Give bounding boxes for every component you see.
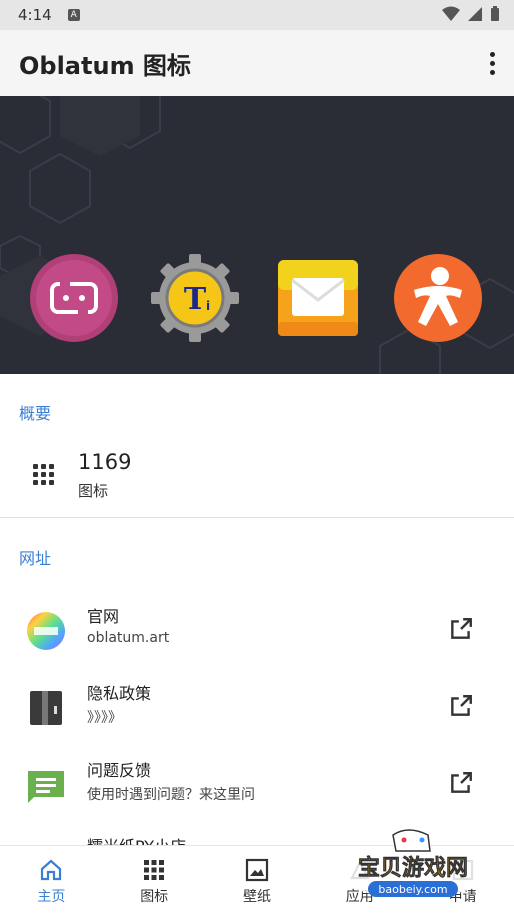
sync-app-icon <box>30 254 118 342</box>
link-subtitle: 》》》》 <box>87 710 122 726</box>
app-bar: Oblatum 图标 <box>0 30 514 96</box>
icon-count-label: 图标 <box>78 482 109 500</box>
battery-icon <box>491 6 499 21</box>
svg-text:i: i <box>206 299 210 313</box>
link-subtitle: oblatum.art <box>87 630 170 646</box>
rainbow-logo-icon <box>27 612 65 650</box>
divider <box>0 517 514 518</box>
nav-label: 主页 <box>37 889 66 905</box>
notification-icon: A <box>67 9 80 21</box>
image-icon <box>245 858 269 882</box>
nav-label: 图标 <box>140 889 169 905</box>
more-options-icon[interactable] <box>488 52 496 75</box>
banner: T i <box>0 96 514 374</box>
nav-home[interactable]: 主页 <box>0 846 103 914</box>
person-app-icon <box>394 254 482 342</box>
open-in-new-icon[interactable] <box>448 616 474 642</box>
nav-icons[interactable]: 图标 <box>103 846 206 914</box>
page-title: Oblatum 图标 <box>19 51 191 80</box>
list-item-website[interactable]: 官网 oblatum.art <box>0 598 514 668</box>
gear-app-icon: T i <box>151 254 239 342</box>
links-header: 网址 <box>19 549 52 568</box>
link-title: 官网 <box>87 607 120 626</box>
open-in-new-icon[interactable] <box>448 693 474 719</box>
nav-wallpapers[interactable]: 壁纸 <box>206 846 309 914</box>
home-icon <box>41 859 62 881</box>
apps-grid-icon <box>144 860 165 880</box>
book-icon <box>30 691 62 725</box>
link-title: 隐私政策 <box>87 684 152 703</box>
watermark-title: 宝贝游戏网 <box>358 855 468 881</box>
apps-grid-icon <box>33 464 54 485</box>
status-icons <box>442 6 500 22</box>
list-item-feedback[interactable]: 问题反馈 使用时遇到问题？来这里问 <box>0 752 514 822</box>
link-title: 问题反馈 <box>87 761 152 780</box>
chat-bubble-icon <box>28 771 64 803</box>
nav-label: 壁纸 <box>242 889 271 905</box>
mail-app-icon <box>278 260 358 336</box>
svg-text:T: T <box>184 282 207 317</box>
wifi-icon <box>442 6 460 21</box>
watermark-logo: 宝贝游戏网 baobeiy.com <box>341 829 485 899</box>
status-bar: 4:14 A <box>0 0 514 30</box>
icon-count-row: 1169 图标 <box>0 440 514 510</box>
signal-icon <box>468 7 482 21</box>
open-in-new-icon[interactable] <box>448 770 474 796</box>
list-item-privacy[interactable]: 隐私政策 》》》》 <box>0 675 514 745</box>
watermark-url: baobeiy.com <box>378 883 447 896</box>
status-time: 4:14 <box>18 6 52 24</box>
overview-header: 概要 <box>19 404 52 423</box>
link-subtitle: 使用时遇到问题？来这里问 <box>87 787 255 803</box>
icon-count: 1169 <box>78 450 132 474</box>
